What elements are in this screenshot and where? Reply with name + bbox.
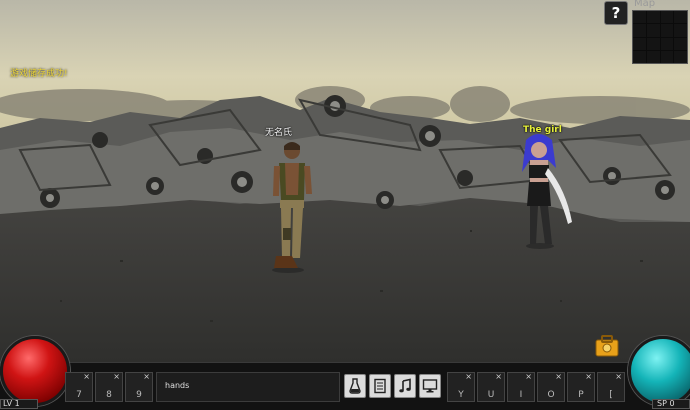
- equipped-weapon-label: hands: [165, 381, 190, 390]
- close-icon[interactable]: ×: [465, 372, 472, 381]
- slot-key-label: 7: [76, 390, 82, 400]
- journal-button[interactable]: [369, 374, 391, 398]
- save-success-message: 游戏储存成功!: [10, 69, 68, 79]
- health-orb: [0, 336, 70, 406]
- slot-key-label: O: [547, 390, 555, 400]
- close-icon[interactable]: ×: [495, 372, 502, 381]
- help-button[interactable]: ?: [604, 1, 628, 25]
- skill-slot-p[interactable]: × P: [567, 372, 595, 402]
- slot-key-label: [: [609, 390, 613, 400]
- music-button[interactable]: [394, 374, 416, 398]
- close-icon[interactable]: ×: [615, 372, 622, 381]
- player-name-tag: 无名氏: [265, 128, 293, 138]
- close-icon[interactable]: ×: [525, 372, 532, 381]
- npc-name-tag: The girl: [523, 125, 562, 135]
- skill-slot-7[interactable]: × 7: [65, 372, 93, 402]
- close-icon[interactable]: ×: [555, 372, 562, 381]
- map-title: Map: [634, 0, 656, 9]
- minimap[interactable]: [632, 10, 688, 64]
- level-label: LV 1: [3, 399, 20, 408]
- potion-flask-icon: [349, 378, 361, 394]
- settings-screen-button[interactable]: [419, 374, 441, 398]
- potion-button[interactable]: [344, 374, 366, 398]
- skill-points-label: SP 0: [657, 399, 675, 408]
- slot-key-label: 9: [136, 390, 142, 400]
- close-icon[interactable]: ×: [585, 372, 592, 381]
- music-note-icon: [399, 378, 411, 393]
- skill-slot-o[interactable]: × O: [537, 372, 565, 402]
- document-icon: [374, 378, 386, 394]
- slot-key-label: Y: [458, 390, 464, 400]
- game-scene: [0, 0, 690, 362]
- slot-key-label: I: [519, 390, 523, 400]
- skill-slot-y[interactable]: × Y: [447, 372, 475, 402]
- stamina-orb: [628, 336, 690, 406]
- wasteland-ground: [0, 190, 690, 362]
- monitor-icon: [422, 379, 438, 393]
- close-icon[interactable]: ×: [143, 372, 150, 381]
- skill-slot-u[interactable]: × U: [477, 372, 505, 402]
- skill-slot-9[interactable]: × 9: [125, 372, 153, 402]
- close-icon[interactable]: ×: [83, 372, 90, 381]
- slot-key-label: U: [487, 390, 495, 400]
- skill-slot-8[interactable]: × 8: [95, 372, 123, 402]
- close-icon[interactable]: ×: [113, 372, 120, 381]
- equipped-weapon-box[interactable]: hands: [156, 372, 340, 402]
- slot-key-label: 8: [106, 390, 112, 400]
- skill-slot-i[interactable]: × I: [507, 372, 535, 402]
- inventory-bag-icon[interactable]: [594, 334, 620, 358]
- skill-slot-bracket[interactable]: × [: [597, 372, 625, 402]
- slot-key-label: P: [578, 390, 584, 400]
